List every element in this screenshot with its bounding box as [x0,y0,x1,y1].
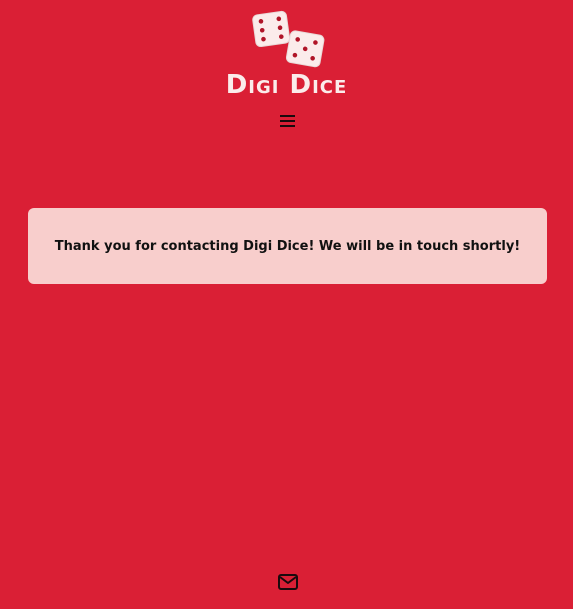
logo[interactable]: Digi Dice [0,8,573,100]
dice-icon [252,10,325,68]
envelope-icon[interactable] [277,573,299,591]
confirmation-message: Thank you for contacting Digi Dice! We w… [54,238,521,254]
hamburger-menu-icon[interactable] [279,113,297,129]
page: Digi Dice Thank you for contacting Digi … [0,0,573,609]
brand-name: Digi Dice [225,70,348,100]
confirmation-message-box: Thank you for contacting Digi Dice! We w… [28,208,547,284]
